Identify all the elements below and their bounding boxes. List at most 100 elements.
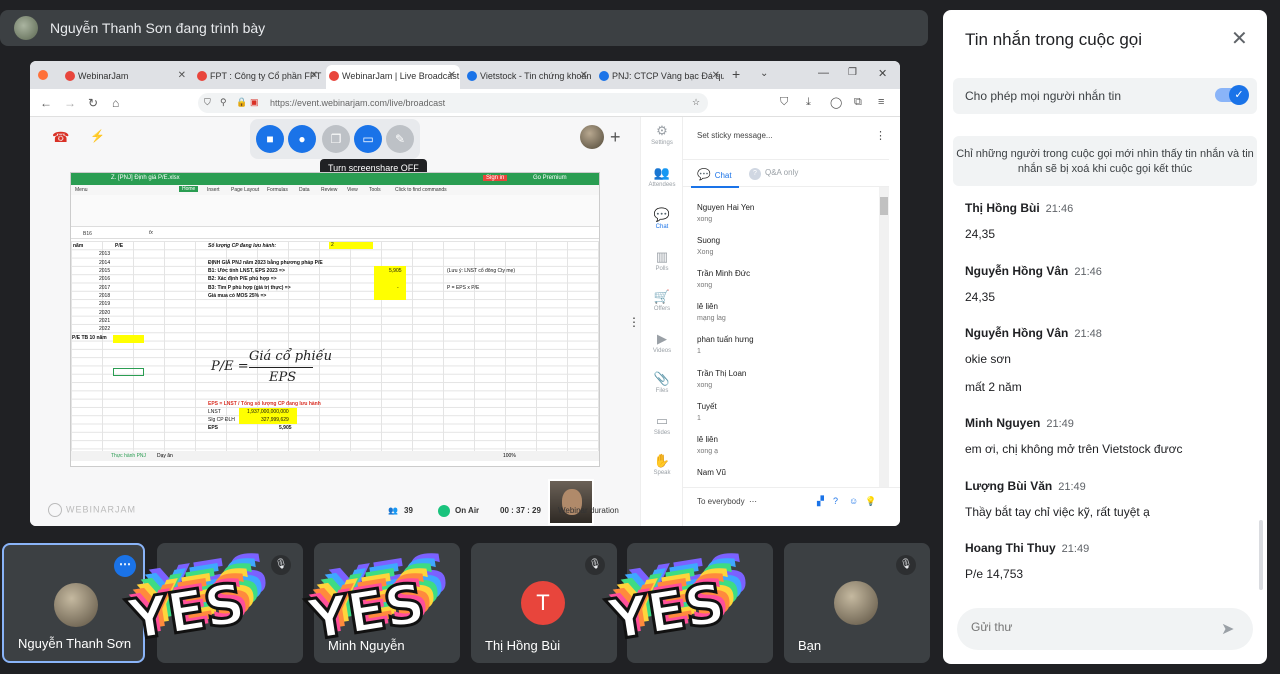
spreadsheet-window: Z. [PNJ] Định giá P/E.xlsx Sign in Go Pr…	[70, 172, 600, 467]
close-tab-icon[interactable]: ✕	[448, 70, 456, 81]
home-icon[interactable]: ⌂	[112, 96, 119, 110]
participant-name: Thị Hồng Bùi	[485, 638, 561, 653]
url-field[interactable]: ⛉ ⚲ 🔒 ▣ https://event.webinarjam.com/liv…	[198, 93, 708, 113]
participant-tile[interactable]	[627, 543, 773, 663]
speaker-camera	[548, 479, 594, 525]
sign-in-button[interactable]: Sign in	[483, 175, 508, 181]
sheet-tab[interactable]: Dạy ăn	[157, 453, 173, 459]
close-tab-icon[interactable]: ✕	[178, 70, 186, 81]
reload-icon[interactable]: ↻	[88, 96, 98, 110]
panel-scrollbar[interactable]	[1259, 520, 1263, 590]
shares-cell[interactable]: 2	[329, 242, 373, 249]
sidebar-item-offers[interactable]: 🛒 Offers	[641, 289, 683, 312]
participant-tile[interactable]: Minh Nguyễn	[314, 543, 460, 663]
emoji-icon[interactable]: ☺	[849, 496, 858, 506]
sidebar-item-attendees[interactable]: 👥 Attendees	[641, 165, 683, 188]
lightning-icon[interactable]: ⚡	[90, 129, 105, 143]
list-item: Tuyết 1	[697, 402, 717, 422]
list-item: Nguyen Hai Yen xong	[697, 203, 755, 223]
zoom-level[interactable]: 100%	[503, 453, 516, 459]
lock-icon[interactable]: 🔒	[236, 97, 247, 108]
address-bar: ← → ↻ ⌂ ⛉ ⚲ 🔒 ▣ https://event.webinarjam…	[30, 89, 900, 117]
participant-tile[interactable]: 🎙	[157, 543, 303, 663]
participant-name: Minh Nguyễn	[328, 638, 405, 653]
browser-tab-active[interactable]: WebinarJam | Live Broadcast ✕	[326, 65, 460, 89]
send-icon[interactable]: ➤	[1221, 619, 1234, 639]
participant-tile[interactable]: 🎙 T Thị Hồng Bùi	[471, 543, 617, 663]
close-icon[interactable]: ✕	[1231, 26, 1248, 51]
sticky-message-input[interactable]: Set sticky message...	[697, 131, 773, 140]
shield-icon[interactable]: ⛉	[204, 97, 211, 108]
new-tab-icon[interactable]: +	[732, 66, 740, 82]
back-icon[interactable]: ←	[40, 96, 52, 110]
close-tab-icon[interactable]: ✕	[580, 70, 588, 81]
camera-button[interactable]: ■	[256, 125, 284, 153]
end-broadcast-icon[interactable]: ☎	[52, 129, 69, 146]
participant-tile[interactable]: 🎙 Bạn	[784, 543, 930, 663]
participant-tile[interactable]: ⋯ Nguyễn Thanh Sơn	[2, 543, 145, 663]
go-premium-button[interactable]: Go Premium	[533, 175, 567, 181]
sidebar-item-polls[interactable]: ▥ Polls	[641, 249, 683, 272]
chat-bubble-icon[interactable]: ▞	[817, 496, 824, 507]
chat-scrollbar[interactable]	[879, 187, 889, 487]
avatar	[834, 581, 878, 625]
chat-message: Nguyễn Hồng Vân 21:48 okie sơn mất 2 năm	[965, 326, 1102, 394]
allow-messages-row: Cho phép mọi người nhắn tin ✓	[953, 78, 1257, 114]
more-options-icon[interactable]: ⋮	[628, 315, 640, 329]
download-icon[interactable]: ⤓	[806, 96, 811, 109]
sidebar-item-settings[interactable]: ⚙ Settings	[641, 123, 683, 146]
allow-messages-toggle[interactable]: ✓	[1215, 85, 1249, 105]
tab-chat[interactable]: 💬 Chat	[697, 168, 732, 181]
browser-tab[interactable]: PNJ: CTCP Vàng bạc Đá quý ✕	[596, 65, 724, 89]
browser-tab[interactable]: WebinarJam ✕	[62, 65, 190, 89]
selected-cell[interactable]	[113, 368, 144, 376]
more-options-icon[interactable]: ⋮	[875, 129, 886, 142]
account-icon[interactable]: ◯	[830, 96, 842, 109]
browser-tab[interactable]: FPT : Công ty Cổ phần FPT ✕	[194, 65, 322, 89]
message-input[interactable]	[971, 620, 1201, 634]
hand-icon: ✋	[653, 453, 671, 468]
sidebar-item-speak[interactable]: ✋ Speak	[641, 453, 683, 476]
tab-qa[interactable]: ? Q&A only	[749, 168, 798, 180]
close-tab-icon[interactable]: ✕	[310, 70, 318, 81]
menu-icon[interactable]: ≡	[878, 96, 884, 108]
host-avatar[interactable]	[580, 125, 604, 149]
forward-icon[interactable]: →	[64, 96, 76, 110]
tab-favicon-icon	[329, 71, 339, 81]
add-presenter-icon[interactable]: +	[610, 127, 621, 148]
question-icon[interactable]: ?	[833, 496, 838, 506]
browser-tab[interactable]: Vietstock - Tin chứng khoán ✕	[464, 65, 592, 89]
pe-avg-cell[interactable]	[113, 335, 144, 343]
permissions-icon[interactable]: ⚲	[220, 97, 227, 108]
screenshare-button[interactable]: ▭	[354, 125, 382, 153]
close-window-icon[interactable]: ✕	[878, 67, 887, 80]
sidebar-item-chat[interactable]: 💬 Chat	[641, 207, 683, 230]
extensions-icon[interactable]: ⧉	[854, 96, 862, 109]
bookmark-star-icon[interactable]: ☆	[692, 97, 700, 108]
sidebar-item-slides[interactable]: ▭ Slides	[641, 413, 683, 436]
spreadsheet-menu: Menu Home Insert Page Layout Formulas Da…	[71, 185, 599, 195]
sidebar-item-videos[interactable]: ▶ Videos	[641, 331, 683, 354]
minimize-icon[interactable]: —	[818, 67, 829, 79]
sheet-tab[interactable]: Thực hành PNJ	[111, 453, 146, 459]
recipient-select[interactable]: To everybody ⋯	[697, 497, 757, 506]
sidebar-item-files[interactable]: 📎 Files	[641, 371, 683, 394]
pocket-icon[interactable]: ⛉	[780, 96, 788, 109]
copy-button[interactable]: ❐	[322, 125, 350, 153]
url-text: https://event.webinarjam.com/live/broadc…	[270, 98, 446, 108]
avatar	[54, 583, 98, 627]
lightbulb-icon[interactable]: 💡	[865, 496, 876, 507]
draw-button[interactable]: ✎	[386, 125, 414, 153]
mic-off-icon: 🎙	[896, 555, 916, 575]
maximize-icon[interactable]: ❐	[848, 67, 857, 78]
screenshare-indicator-icon[interactable]: ▣	[250, 97, 259, 108]
avatar: T	[521, 581, 565, 625]
chevron-down-icon[interactable]: ⌄	[760, 68, 768, 79]
list-item: Trần Minh Đức xong	[697, 269, 751, 289]
more-options-icon[interactable]: ⋯	[114, 555, 136, 577]
clip-icon: 📎	[653, 371, 671, 386]
chat-message: Nguyễn Hồng Vân 21:46 24,35	[965, 264, 1102, 304]
mic-button[interactable]: ●	[288, 125, 316, 153]
close-tab-icon[interactable]: ✕	[712, 70, 720, 81]
gear-icon: ⚙	[656, 123, 668, 138]
